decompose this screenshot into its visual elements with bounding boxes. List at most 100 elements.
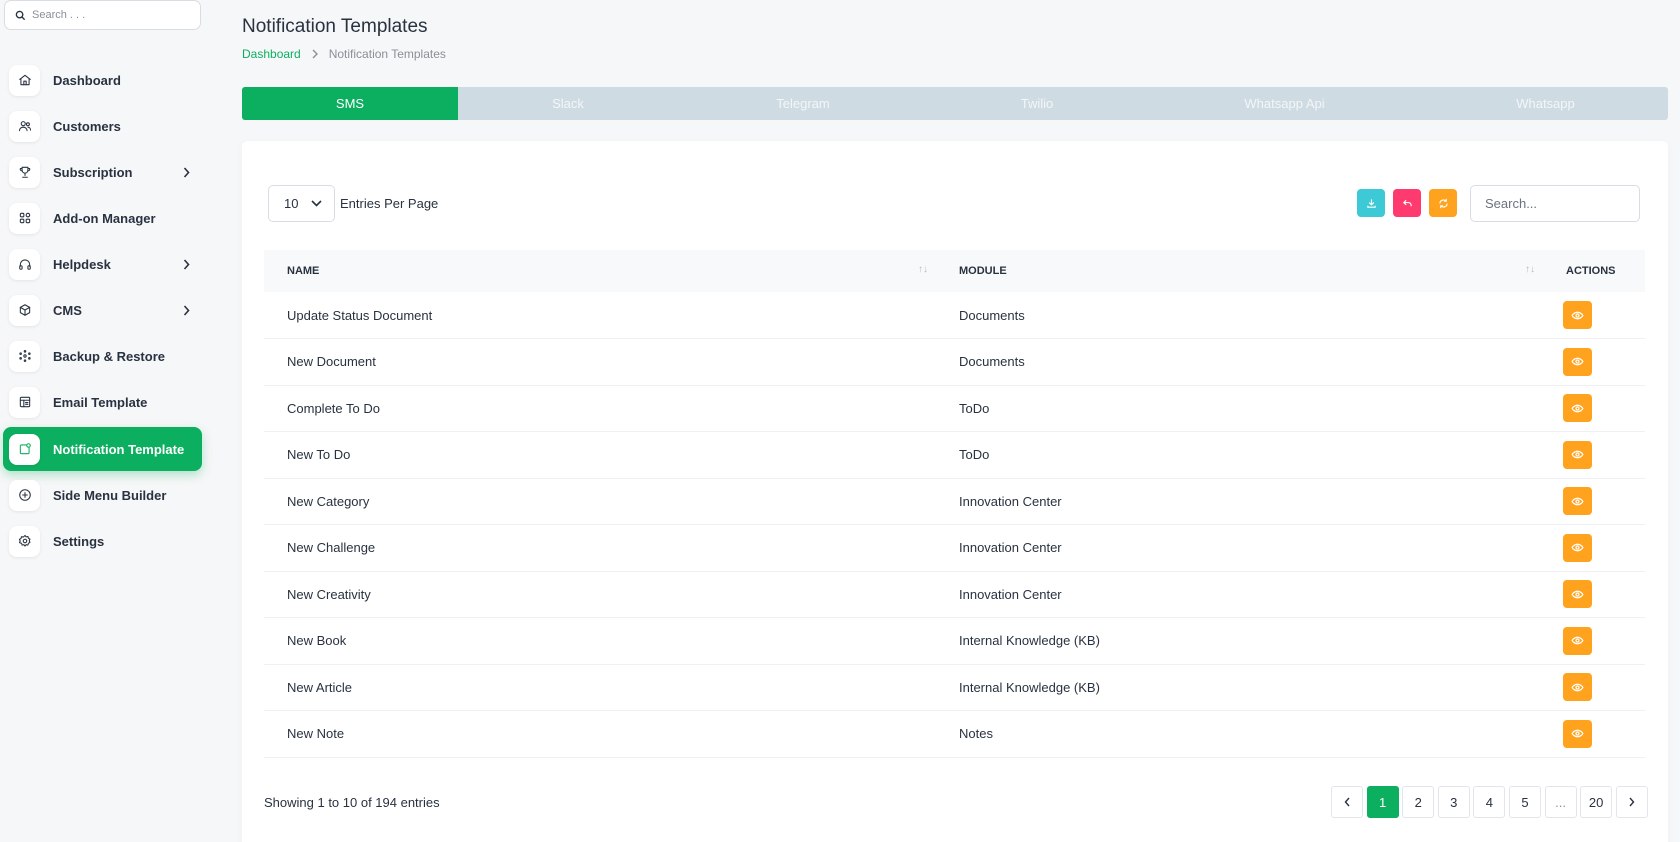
circle-plus-icon (9, 479, 40, 511)
table-row: New Challenge Innovation Center (264, 525, 1645, 572)
row-name: Update Status Document (287, 307, 433, 323)
sidebar-item-label: Side Menu Builder (53, 487, 167, 503)
chevron-right-icon (183, 258, 190, 270)
backup-icon (9, 340, 40, 372)
page-button[interactable]: 4 (1473, 786, 1506, 818)
eye-icon (1571, 448, 1584, 461)
table-row: New Note Notes (264, 711, 1645, 757)
next-page-button[interactable] (1615, 786, 1648, 818)
table-row: New Document Documents (264, 339, 1645, 386)
table-row: Complete To Do ToDo (264, 385, 1645, 432)
sidebar-item-email-template[interactable]: Email Template (3, 380, 202, 424)
view-button[interactable] (1563, 719, 1592, 748)
sidebar-item-cms[interactable]: CMS (3, 288, 202, 332)
chevron-left-icon (1344, 797, 1351, 807)
chevron-right-icon (311, 49, 319, 59)
row-name: New Category (287, 493, 370, 509)
sidebar-item-side-menu-builder[interactable]: Side Menu Builder (3, 473, 202, 517)
row-module: Innovation Center (959, 493, 1062, 509)
tab-sms[interactable]: SMS (242, 87, 458, 120)
row-module: Documents (959, 307, 1025, 323)
table-search-input[interactable] (1470, 185, 1640, 222)
eye-icon (1571, 588, 1584, 601)
view-button[interactable] (1563, 301, 1592, 329)
templates-card: 10 Entries Per Page Name ↑↓ (242, 141, 1668, 842)
eye-icon (1571, 309, 1584, 322)
export-button[interactable] (1357, 189, 1385, 217)
sidebar-item-label: Email Template (53, 394, 148, 410)
row-actions (1543, 571, 1645, 618)
eye-icon (1571, 634, 1584, 647)
row-name: New Note (287, 726, 345, 742)
sidebar-item-label: Backup & Restore (53, 348, 165, 364)
eye-icon (1571, 727, 1584, 740)
view-button[interactable] (1563, 347, 1592, 376)
tab-whatsapp[interactable]: Whatsapp (1423, 87, 1668, 120)
entries-per-page: 10 Entries Per Page (268, 185, 438, 222)
showing-entries: Showing 1 to 10 of 194 entries (264, 795, 440, 810)
download-icon (1366, 198, 1377, 209)
sidebar-item-customers[interactable]: Customers (3, 104, 202, 148)
sort-icon: ↑↓ (918, 264, 928, 275)
row-module: Internal Knowledge (KB) (959, 679, 1100, 695)
sidebar-item-subscription[interactable]: Subscription (3, 150, 202, 194)
sidebar-item-label: Add-on Manager (53, 210, 156, 226)
row-name: New Article (287, 679, 353, 695)
sidebar-search-input[interactable] (32, 9, 192, 21)
tab-twilio[interactable]: Twilio (928, 87, 1146, 120)
sidebar-item-label: Notification Template (53, 441, 185, 457)
entries-select[interactable]: 10 (268, 185, 335, 222)
headphones-icon (9, 248, 40, 280)
reload-button[interactable] (1429, 189, 1457, 217)
sidebar-item-label: Customers (53, 118, 121, 134)
templates-table: Name ↑↓ Module ↑↓ Actions Update Status … (264, 250, 1645, 758)
page-button[interactable]: 20 (1580, 786, 1613, 818)
sidebar-item-label: Helpdesk (53, 256, 111, 272)
sidebar-item-settings[interactable]: Settings (3, 519, 202, 563)
prev-page-button[interactable] (1331, 786, 1363, 818)
sidebar-item-dashboard[interactable]: Dashboard (3, 58, 202, 102)
tab-slack[interactable]: Slack (458, 87, 678, 120)
page-button[interactable]: 2 (1402, 786, 1435, 818)
view-button[interactable] (1563, 394, 1592, 423)
sidebar-item-notification-template[interactable]: Notification Template (3, 427, 202, 471)
trophy-icon (9, 156, 40, 188)
sidebar-item-label: Subscription (53, 164, 133, 180)
reset-button[interactable] (1393, 189, 1421, 217)
column-header-module[interactable]: Module ↑↓ (936, 250, 1543, 292)
breadcrumb: Dashboard Notification Templates (242, 47, 446, 61)
undo-icon (1402, 198, 1413, 209)
view-button[interactable] (1563, 580, 1592, 609)
view-button[interactable] (1563, 673, 1592, 702)
view-button[interactable] (1563, 487, 1592, 516)
notification-icon (9, 433, 40, 465)
search-icon (15, 10, 26, 21)
row-actions (1543, 339, 1645, 386)
page-button[interactable]: 1 (1366, 786, 1399, 818)
view-button[interactable] (1563, 626, 1592, 655)
tab-whatsapp-api[interactable]: Whatsapp Api (1146, 87, 1423, 120)
table-row: New Category Innovation Center (264, 478, 1645, 525)
row-module: Internal Knowledge (KB) (959, 633, 1100, 649)
sidebar-item-add-on-manager[interactable]: Add-on Manager (3, 196, 202, 240)
view-button[interactable] (1563, 533, 1592, 562)
eye-icon (1571, 355, 1584, 368)
breadcrumb-home-link[interactable]: Dashboard (242, 47, 301, 61)
sidebar-search[interactable] (4, 0, 201, 30)
tab-telegram[interactable]: Telegram (678, 87, 928, 120)
eye-icon (1571, 541, 1584, 554)
row-module: ToDo (959, 447, 990, 463)
row-actions (1543, 525, 1645, 572)
refresh-icon (1438, 198, 1449, 209)
view-button[interactable] (1563, 440, 1592, 469)
row-module: Documents (959, 354, 1025, 370)
page-button[interactable]: 3 (1437, 786, 1470, 818)
column-header-name[interactable]: Name ↑↓ (264, 250, 936, 292)
table-row: New Book Internal Knowledge (KB) (264, 618, 1645, 664)
row-name: New To Do (287, 447, 351, 463)
sidebar-item-backup-and-restore[interactable]: Backup & Restore (3, 334, 202, 378)
page-button[interactable]: 5 (1508, 786, 1541, 818)
sidebar-item-label: CMS (53, 302, 82, 318)
page-title: Notification Templates (242, 16, 428, 37)
sidebar-item-helpdesk[interactable]: Helpdesk (3, 242, 202, 286)
